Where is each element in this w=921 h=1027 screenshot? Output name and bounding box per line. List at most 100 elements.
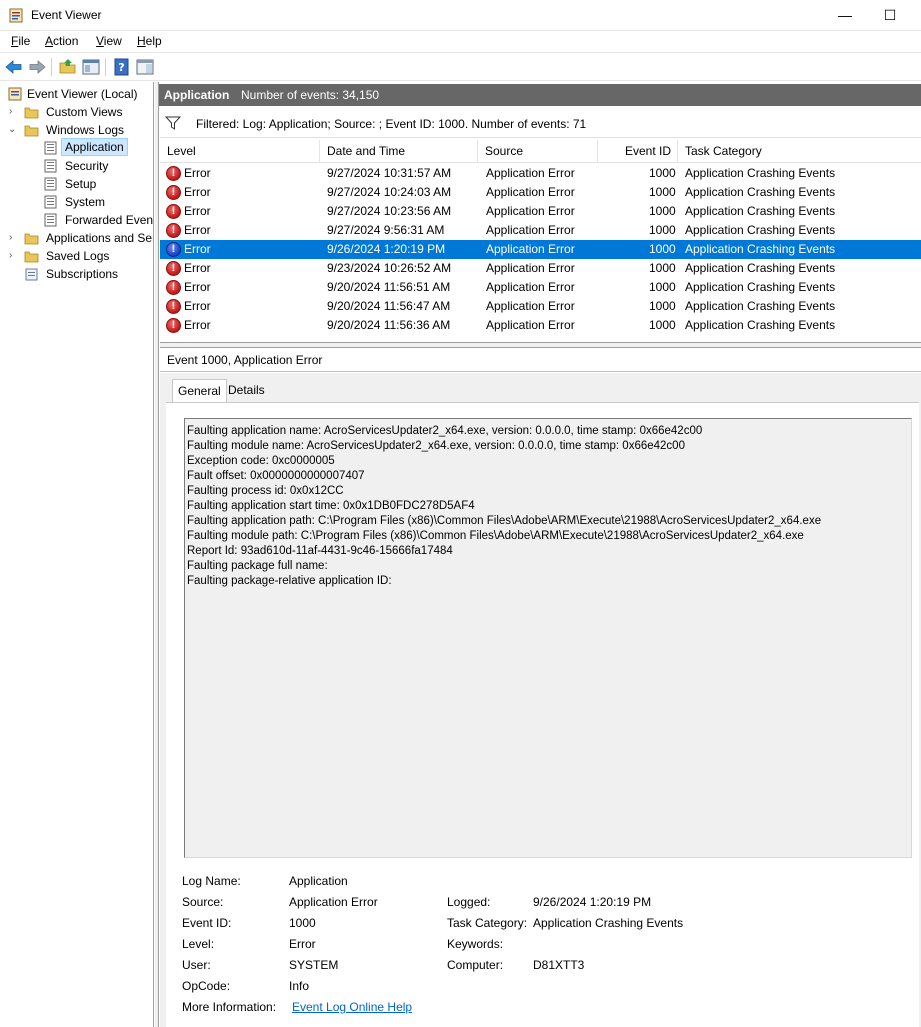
detail-body: General Details Faulting application nam… <box>160 373 921 1027</box>
error-icon: ! <box>166 204 181 219</box>
toolbar-separator <box>51 58 52 76</box>
error-icon: ! <box>166 318 181 333</box>
prop-keywords-label: Keywords: <box>447 937 504 951</box>
table-row[interactable]: ! Error 9/23/2024 10:26:52 AM Application E… <box>160 259 921 278</box>
toolbar-separator <box>105 58 106 76</box>
prop-task-category-value: Application Crashing Events <box>533 916 684 930</box>
table-row[interactable]: ! Error 9/26/2024 1:20:19 PM Application Er… <box>160 240 921 259</box>
table-row[interactable]: ! Error 9/20/2024 11:56:36 AM Application E… <box>160 316 921 335</box>
menu-file[interactable]: File <box>11 34 30 48</box>
folder-icon <box>24 233 39 245</box>
maximize-button[interactable]: ☐ <box>867 0 913 31</box>
prop-opcode-label: OpCode: <box>182 979 231 993</box>
tree-label: Saved Logs <box>46 249 110 263</box>
events-grid: Level Date and Time Source Event ID Task… <box>160 140 921 342</box>
window-title: Event Viewer <box>31 8 102 22</box>
prop-computer-value: D81XTT3 <box>533 958 585 972</box>
cell-level: Error <box>184 261 211 275</box>
column-header-task-category[interactable]: Task Category <box>678 140 921 163</box>
log-name: Application <box>164 88 230 102</box>
error-icon: ! <box>166 166 181 181</box>
event-log-online-help-link[interactable]: Event Log Online Help <box>292 1000 412 1014</box>
error-icon: ! <box>166 185 181 200</box>
prop-more-info-label: More Information: <box>182 1000 277 1014</box>
menu-view[interactable]: View <box>96 34 122 48</box>
back-arrow-icon[interactable] <box>4 57 24 77</box>
vertical-splitter[interactable] <box>155 82 159 1027</box>
description-line: Faulting application start time: 0x0x1DB… <box>187 500 475 512</box>
event-description[interactable]: Faulting application name: AcroServicesU… <box>184 418 912 858</box>
log-icon <box>44 195 57 209</box>
cell-event-id: 1000 <box>649 166 676 180</box>
cell-task-category: Application Crashing Events <box>685 223 836 237</box>
description-line: Faulting package-relative application ID… <box>187 575 392 587</box>
column-header-source[interactable]: Source <box>478 140 598 163</box>
cell-level: Error <box>184 185 211 199</box>
description-line: Faulting application name: AcroServicesU… <box>187 425 703 437</box>
cell-datetime: 9/27/2024 10:23:56 AM <box>327 204 452 218</box>
pane-header: Application Number of events: 34,150 <box>159 84 921 106</box>
cell-task-category: Application Crashing Events <box>685 242 836 256</box>
prop-log-name-label: Log Name: <box>182 874 241 888</box>
prop-computer-label: Computer: <box>447 958 504 972</box>
tab-details[interactable]: Details <box>223 379 270 401</box>
tree-label: Setup <box>65 177 97 191</box>
description-line: Faulting application path: C:\Program Fi… <box>187 515 822 527</box>
table-row[interactable]: ! Error 9/20/2024 11:56:51 AM Application E… <box>160 278 921 297</box>
table-row[interactable]: ! Error 9/27/2024 10:23:56 AM Application E… <box>160 202 921 221</box>
filter-icon <box>165 116 181 130</box>
prop-level-value: Error <box>289 937 316 951</box>
cell-datetime: 9/20/2024 11:56:47 AM <box>327 299 451 313</box>
table-row[interactable]: ! Error 9/20/2024 11:56:47 AM Application E… <box>160 297 921 316</box>
tree-label: System <box>65 195 106 209</box>
error-icon: ! <box>166 242 181 257</box>
menu-action[interactable]: Action <box>45 34 78 48</box>
forward-arrow-icon[interactable] <box>27 57 47 77</box>
prop-source-value: Application Error <box>289 895 378 909</box>
chevron-right-icon[interactable]: › <box>9 247 19 265</box>
prop-logged-label: Logged: <box>447 895 491 909</box>
detail-header: Event 1000, Application Error <box>160 348 921 372</box>
cell-source: Application Error <box>486 318 575 332</box>
cell-event-id: 1000 <box>649 261 676 275</box>
description-line: Faulting package full name: <box>187 560 328 572</box>
event-count: Number of events: 34,150 <box>241 88 380 102</box>
tree-label: Applications and Services Logs <box>46 231 153 245</box>
cell-datetime: 9/26/2024 1:20:19 PM <box>327 242 446 256</box>
show-hide-tree-icon[interactable] <box>81 57 101 77</box>
column-header-datetime[interactable]: Date and Time <box>320 140 478 163</box>
cell-source: Application Error <box>486 242 575 256</box>
cell-level: Error <box>184 299 211 313</box>
toolbar: ? <box>0 53 921 81</box>
tab-general[interactable]: General <box>172 379 227 403</box>
prop-log-name-value: Application <box>289 874 348 888</box>
open-folder-icon[interactable] <box>58 57 78 77</box>
menu-help[interactable]: Help <box>137 34 162 48</box>
cell-source: Application Error <box>486 280 575 294</box>
chevron-down-icon[interactable]: ⌄ <box>8 121 18 139</box>
tree-item-application[interactable]: Application <box>6 138 153 157</box>
description-line: Faulting module name: AcroServicesUpdate… <box>187 440 685 452</box>
cell-datetime: 9/20/2024 11:56:36 AM <box>327 318 451 332</box>
cell-task-category: Application Crashing Events <box>685 280 836 294</box>
table-row[interactable]: ! Error 9/27/2024 10:24:03 AM Application E… <box>160 183 921 202</box>
action-pane-icon[interactable] <box>135 57 155 77</box>
prop-task-category-label: Task Category: <box>447 916 528 930</box>
cell-datetime: 9/27/2024 10:31:57 AM <box>327 166 452 180</box>
help-icon[interactable]: ? <box>112 57 132 77</box>
table-row[interactable]: ! Error 9/27/2024 10:31:57 AM Application E… <box>160 164 921 183</box>
chevron-right-icon[interactable]: › <box>9 103 19 121</box>
column-header-level[interactable]: Level <box>160 140 320 163</box>
cell-task-category: Application Crashing Events <box>685 261 836 275</box>
chevron-right-icon[interactable]: › <box>9 229 19 247</box>
tree-label: Security <box>65 159 109 173</box>
prop-opcode-value: Info <box>289 979 310 993</box>
prop-logged-value: 9/26/2024 1:20:19 PM <box>533 895 652 909</box>
tree-label: Custom Views <box>46 105 123 119</box>
cell-task-category: Application Crashing Events <box>685 166 836 180</box>
table-row[interactable]: ! Error 9/27/2024 9:56:31 AM Application Er… <box>160 221 921 240</box>
column-header-event-id[interactable]: Event ID <box>598 140 678 163</box>
minimize-button[interactable]: — <box>822 0 868 31</box>
log-icon <box>44 177 57 191</box>
log-icon <box>44 213 57 227</box>
